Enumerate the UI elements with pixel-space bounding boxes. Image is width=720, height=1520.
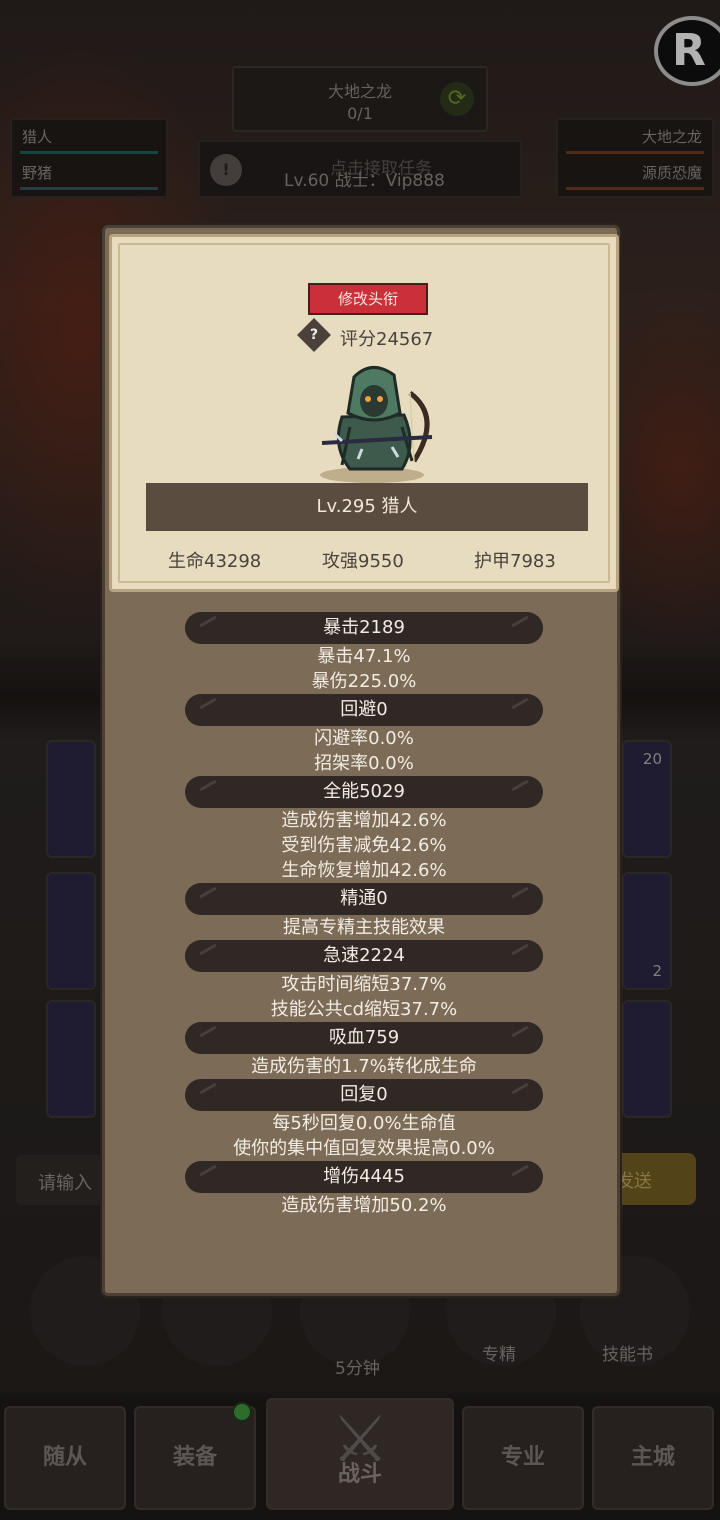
level-class-banner: Lv.295 猎人 [146, 483, 588, 531]
armor-stat: 护甲7983 [474, 551, 556, 572]
stat-section-header: 全能5029 [185, 776, 543, 808]
stat-detail-line: 招架率0.0% [314, 753, 414, 774]
stat-detail-line: 每5秒回复0.0%生命值 [272, 1113, 456, 1134]
stat-section-header: 回避0 [185, 694, 543, 726]
hero-portrait [320, 366, 433, 483]
stat-detail-line: 暴击47.1% [317, 646, 411, 667]
stat-detail-line: 闪避率0.0% [314, 728, 414, 749]
character-card: 修改头衔 ? 评分24567 Lv.295 猎人 生命43298 攻强9550 … [109, 234, 619, 592]
hp-stat: 生命43298 [168, 551, 262, 572]
help-icon[interactable]: ? [297, 318, 331, 352]
stat-section-header: 吸血759 [185, 1022, 543, 1054]
stat-section-header: 精通0 [185, 883, 543, 915]
secondary-stats-list: 暴击2189 暴击47.1% 暴伤225.0% 回避0 闪避率0.0% 招架率0.0% 全能… [105, 612, 623, 1218]
stat-detail-line: 提高专精主技能效果 [283, 917, 445, 938]
stat-section-header: 回复0 [185, 1079, 543, 1111]
stat-detail-line: 造成伤害增加42.6% [281, 810, 447, 831]
stat-section-header: 暴击2189 [185, 612, 543, 644]
score-text: 评分24567 [340, 329, 434, 350]
stat-detail-line: 造成伤害的1.7%转化成生命 [251, 1056, 477, 1077]
stat-detail-line: 使你的集中值回复效果提高0.0% [233, 1138, 495, 1159]
stat-section-header: 增伤4445 [185, 1161, 543, 1193]
stat-detail-line: 受到伤害减免42.6% [281, 835, 447, 856]
stat-section-header: 急速2224 [185, 940, 543, 972]
core-stats: 生命43298 攻强9550 护甲7983 [112, 547, 622, 577]
stat-detail-line: 暴伤225.0% [311, 671, 417, 692]
stat-detail-line: 技能公共cd缩短37.7% [270, 999, 458, 1020]
stat-detail-line: 攻击时间缩短37.7% [281, 974, 447, 995]
attack-stat: 攻强9550 [322, 551, 404, 572]
rename-title-button[interactable]: 修改头衔 [308, 283, 428, 315]
stat-detail-line: 生命恢复增加42.6% [281, 860, 447, 881]
stat-detail-line: 造成伤害增加50.2% [281, 1195, 447, 1216]
character-stats-modal: 修改头衔 ? 评分24567 Lv.295 猎人 生命43298 攻强9550 … [102, 225, 620, 1296]
